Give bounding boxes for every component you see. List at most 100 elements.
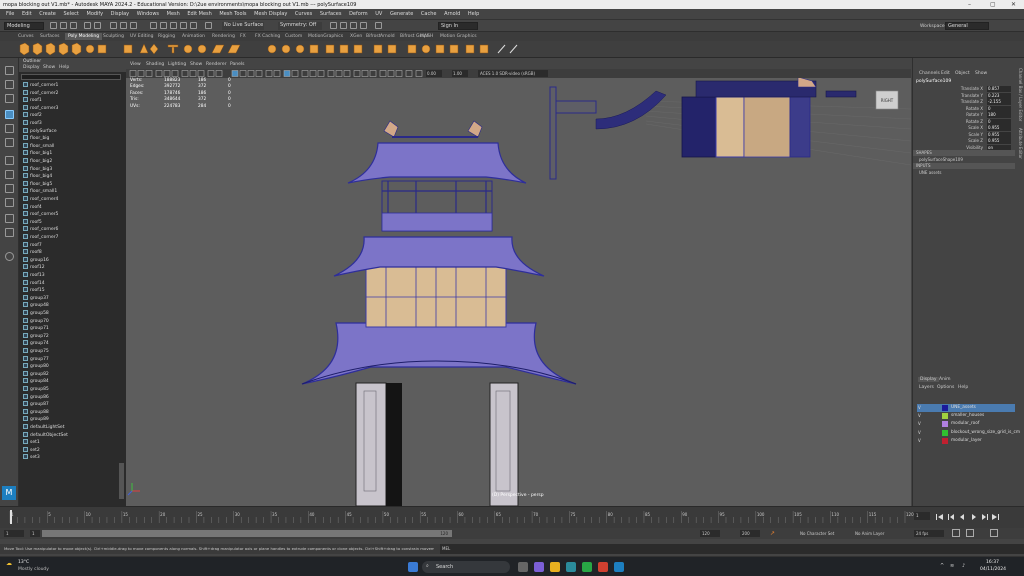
outliner-item[interactable]: floor_big4 — [23, 173, 52, 181]
outliner-item[interactable]: floor_big1 — [23, 150, 52, 158]
shelf-tab-poly-modeling[interactable]: Poly Modeling — [65, 33, 103, 40]
live-surface-label[interactable]: No Live Surface — [222, 22, 264, 30]
menu-select[interactable]: Select — [63, 9, 78, 20]
select-component-icon[interactable] — [130, 22, 137, 29]
paint-select-icon[interactable] — [5, 94, 14, 103]
outliner-layout-icon[interactable] — [5, 184, 14, 193]
max-frame-field[interactable]: 200 — [740, 530, 760, 537]
maximize-icon[interactable]: ▢ — [990, 1, 996, 8]
layer-menu-options[interactable]: Options — [937, 385, 954, 390]
outliner-item[interactable]: set3 — [23, 454, 40, 462]
outliner-item[interactable]: roof2 — [23, 112, 42, 120]
cb-attribute-value[interactable]: 0.223 — [987, 92, 1011, 99]
shape-name[interactable]: polySurfaceShape109 — [919, 157, 963, 162]
exposure-field[interactable]: 0.00 — [426, 70, 442, 77]
hypershade-layout-icon[interactable] — [5, 228, 14, 237]
select-tool-icon[interactable] — [5, 66, 14, 75]
outliner-item[interactable]: roof15 — [23, 287, 45, 295]
outliner-item[interactable]: group86 — [23, 393, 49, 402]
side-tab-attribute-editor[interactable]: Attribute Editor — [1015, 128, 1023, 159]
outliner-menu-help[interactable]: Help — [59, 65, 69, 70]
menu-generate[interactable]: Generate — [390, 9, 413, 20]
four-view-icon[interactable] — [5, 170, 14, 179]
single-view-icon[interactable] — [5, 156, 14, 165]
magnet-icon[interactable] — [205, 22, 212, 29]
cb-attribute-value[interactable]: 0.955 — [987, 125, 1011, 131]
persp-graph-icon[interactable] — [5, 198, 14, 207]
outliner-item[interactable]: floor_big3 — [23, 165, 52, 174]
outliner-item[interactable]: roof1 — [23, 97, 42, 105]
pagoda-model[interactable] — [301, 120, 577, 506]
outliner-item[interactable]: floor_big — [23, 135, 49, 143]
autokey-icon[interactable]: ↗ — [770, 530, 775, 537]
layer-row[interactable]: Vmodular_layer — [917, 437, 1015, 445]
layer-color-swatch[interactable] — [942, 437, 948, 444]
shelf-tab-curves[interactable]: Curves — [18, 33, 34, 40]
app-icon[interactable] — [598, 562, 608, 572]
menu-display[interactable]: Display — [111, 9, 129, 20]
cb-tab-channels[interactable]: Channels — [919, 71, 940, 76]
layer-color-swatch[interactable] — [942, 429, 948, 436]
layer-menu-help[interactable]: Help — [958, 385, 968, 390]
ipr-render-icon[interactable] — [340, 22, 347, 29]
workspace-dropdown[interactable]: General — [945, 22, 989, 30]
outliner-item[interactable]: roof_corner3 — [23, 104, 58, 113]
rotate-tool-icon[interactable] — [5, 124, 14, 133]
character-set-dropdown[interactable]: No Character Set — [800, 530, 850, 537]
cb-tab-object[interactable]: Object — [955, 71, 970, 76]
menu-curves[interactable]: Curves — [295, 9, 312, 20]
range-start-field[interactable]: 1 — [30, 530, 40, 537]
weather-temp[interactable]: 13°C — [18, 560, 29, 565]
viewport-3d[interactable]: RIGHT (D) Perspective - persp — [126, 61, 911, 506]
layer-menu-layers[interactable]: Layers — [919, 385, 934, 390]
layer-row[interactable]: Vmodular_roof — [917, 420, 1015, 428]
snap-point-icon[interactable] — [170, 22, 177, 29]
outliner-item[interactable]: roof13 — [23, 272, 45, 280]
shelf-tab-xgen[interactable]: XGen — [350, 33, 362, 40]
outliner-item[interactable]: group84 — [23, 378, 49, 386]
shelf-tab-custom[interactable]: Custom — [285, 33, 302, 40]
outliner-item[interactable]: group88 — [23, 408, 49, 417]
vp-menu-panels[interactable]: Panels — [230, 62, 244, 67]
outliner-item[interactable]: group77 — [23, 355, 49, 364]
outliner-item[interactable]: set2 — [23, 446, 40, 455]
wifi-icon[interactable]: ≋ — [950, 563, 954, 569]
outliner-item[interactable]: group87 — [23, 401, 49, 409]
cb-attribute-value[interactable]: 0.955 — [987, 131, 1011, 138]
time-slider[interactable]: 1 5 10 15 20 25 30 35 40 45 50 55 60 65 70 75 80 85 90 95 10… — [0, 506, 1024, 528]
taskbar-search[interactable]: ⌕ Search — [422, 561, 510, 573]
cb-attribute-value[interactable]: 0.857 — [987, 86, 1011, 92]
outliner-item[interactable]: floor_big5 — [23, 180, 52, 189]
outliner-item[interactable]: group89 — [23, 416, 49, 424]
vp-menu-renderer[interactable]: Renderer — [206, 62, 227, 67]
cb-tab-show[interactable]: Show — [975, 71, 987, 76]
symmetry-dropdown[interactable]: Symmetry: Off — [278, 22, 322, 30]
menu-mesh-display[interactable]: Mesh Display — [254, 9, 287, 20]
cb-attribute-value[interactable]: 0 — [987, 105, 1011, 112]
outliner-item[interactable]: group70 — [23, 317, 49, 326]
render-frame-icon[interactable] — [330, 22, 337, 29]
outliner-item[interactable]: group82 — [23, 370, 49, 379]
tray-chevron-icon[interactable]: ^ — [940, 563, 944, 569]
outliner-item[interactable]: group37 — [23, 294, 49, 303]
lasso-tool-icon[interactable] — [5, 80, 14, 89]
background-assets[interactable] — [549, 76, 857, 180]
outliner-item[interactable]: group71 — [23, 325, 49, 333]
shelf-tab-arnold[interactable]: Arnold — [380, 33, 395, 40]
cb-attribute-value[interactable]: 0.955 — [987, 138, 1011, 144]
redo-icon[interactable] — [94, 22, 101, 29]
select-hierarchy-icon[interactable] — [110, 22, 117, 29]
shelf-tab-sculpting[interactable]: Sculpting — [103, 33, 124, 40]
sound-icon[interactable] — [966, 529, 974, 537]
new-scene-icon[interactable] — [50, 22, 57, 29]
menu-mesh-tools[interactable]: Mesh Tools — [219, 9, 246, 20]
shelf-tab-uv-editing[interactable]: UV Editing — [130, 33, 153, 40]
snap-surface-icon[interactable] — [190, 22, 197, 29]
outliner-item[interactable]: group74 — [23, 340, 49, 348]
outliner-item[interactable]: roof_corner1 — [23, 82, 58, 90]
loop-icon[interactable] — [952, 529, 960, 537]
outliner-item[interactable]: defaultLightSet — [23, 424, 64, 432]
visibility-toggle[interactable]: V — [918, 421, 921, 426]
menu-help[interactable]: Help — [468, 9, 479, 20]
shelf-tab-motiongraphics[interactable]: MotionGraphics — [308, 33, 343, 40]
